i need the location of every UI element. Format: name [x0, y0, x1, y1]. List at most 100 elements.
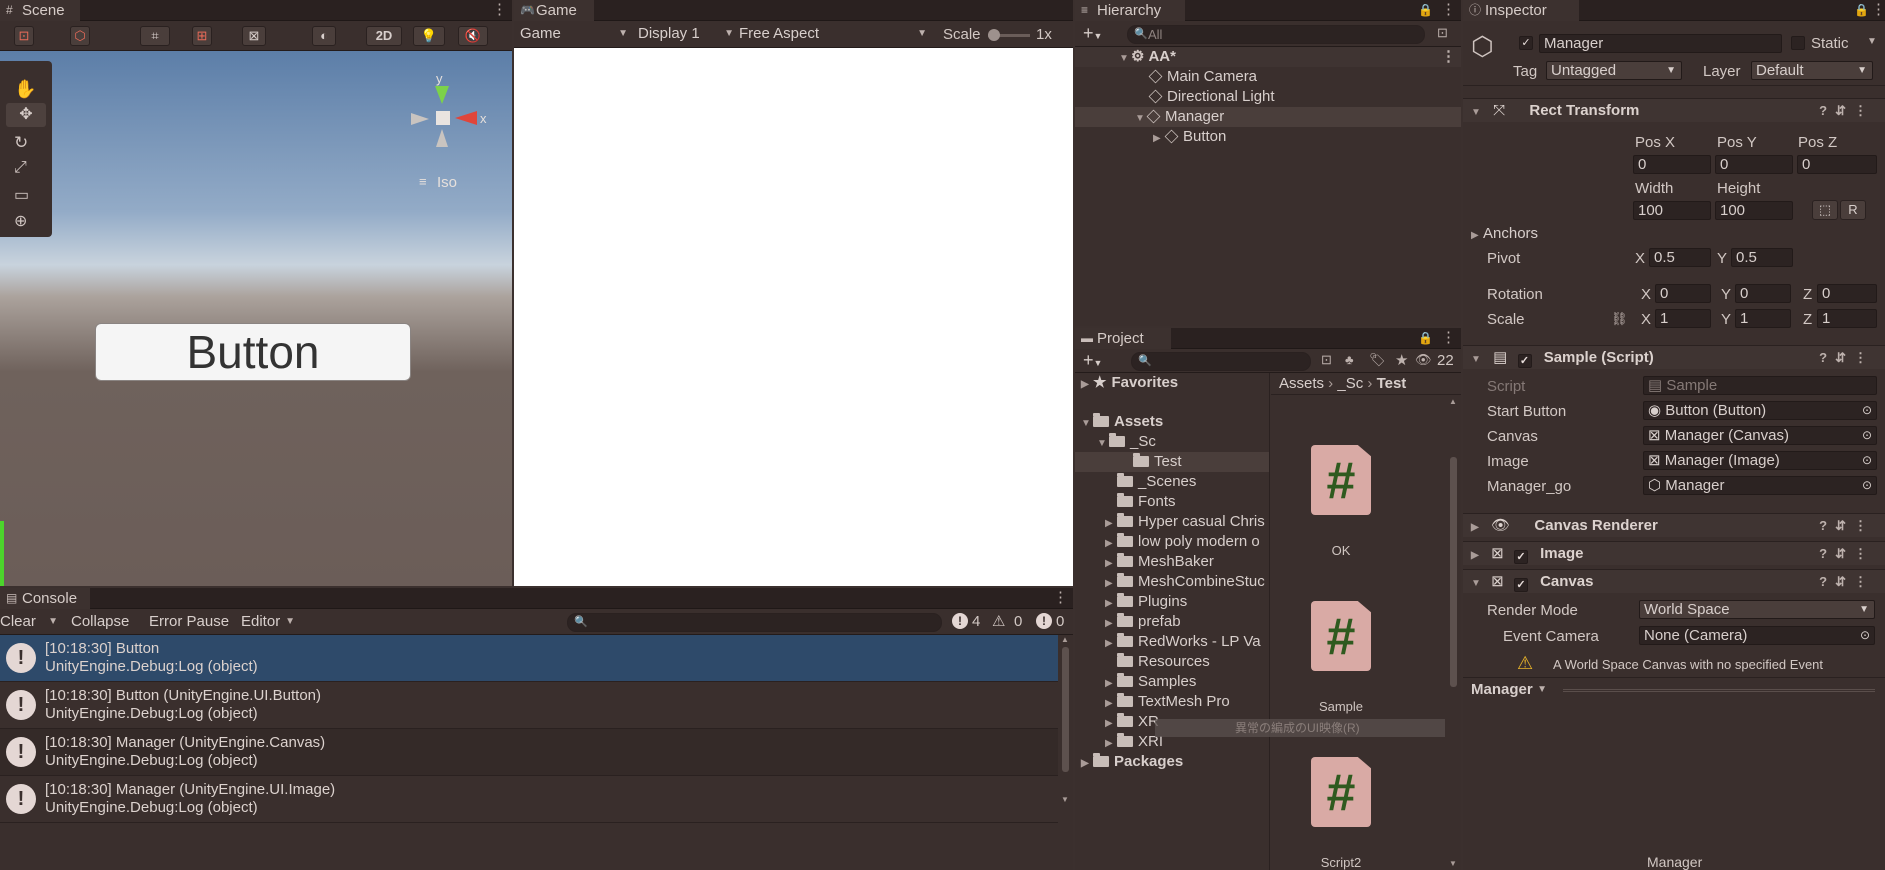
rotate-tool-icon[interactable]: ↻	[14, 133, 28, 153]
console-scrollbar[interactable]: ▲ ▼	[1060, 635, 1071, 870]
rect-transform-header[interactable]: ▼ ⤧ Rect Transform ?⇵⋮	[1463, 98, 1885, 122]
width-field[interactable]: 100	[1633, 201, 1711, 220]
aspect-dropdown[interactable]: Free Aspect ▼	[739, 24, 931, 44]
expand-arrow-icon[interactable]: ▶	[1471, 226, 1483, 246]
render-mode-dropdown[interactable]: World Space ▼	[1639, 600, 1875, 619]
game-view-dropdown[interactable]: Game ▼	[520, 24, 632, 44]
expand-arrow-icon[interactable]: ▶	[1105, 594, 1117, 614]
hierarchy-tab[interactable]: ≡ Hierarchy	[1075, 0, 1185, 21]
canvas-header[interactable]: ▼ ⊠ ✓ Canvas ?⇵⋮	[1463, 569, 1885, 593]
inspector-tab[interactable]: ⓘ Inspector	[1463, 0, 1579, 21]
component-tools-icons[interactable]: ?⇵⋮	[1819, 570, 1875, 594]
expand-arrow-icon[interactable]: ▶	[1153, 129, 1165, 149]
folder-item[interactable]: ▶ TextMesh Pro	[1075, 692, 1269, 712]
sample-script-header[interactable]: ▼ ▤ ✓ Sample (Script) ?⇵⋮	[1463, 345, 1885, 369]
canvas-field[interactable]: ⊠ Manager (Canvas) ⊙	[1643, 426, 1877, 445]
lock-icon[interactable]: 🔒	[1418, 328, 1433, 348]
project-scrollbar[interactable]: ▲ ▼	[1449, 397, 1459, 870]
object-picker-icon[interactable]: ⊙	[1860, 627, 1870, 644]
expand-arrow-icon[interactable]: ▶	[1471, 544, 1483, 568]
object-picker-icon[interactable]: ⊙	[1862, 402, 1872, 419]
collapse-button[interactable]: Collapse	[71, 612, 141, 632]
packages-row[interactable]: ▶ Packages	[1075, 752, 1269, 772]
game-viewport[interactable]	[514, 48, 1073, 586]
chevron-down-icon[interactable]: ▼	[1867, 36, 1877, 47]
asset-label[interactable]: Script2	[1281, 855, 1401, 870]
scroll-up-icon[interactable]: ▲	[1449, 397, 1457, 406]
projection-label[interactable]: Iso	[437, 174, 457, 191]
expand-arrow-icon[interactable]: ▶	[1105, 534, 1117, 554]
asset-label[interactable]: Sample	[1281, 699, 1401, 714]
active-checkbox[interactable]: ✓	[1519, 36, 1533, 50]
expand-arrow-icon[interactable]: ▼	[1119, 49, 1131, 69]
expand-arrow-icon[interactable]: ▶	[1105, 614, 1117, 634]
image-enabled-checkbox[interactable]: ✓	[1513, 550, 1528, 564]
grid-snap-button[interactable]: ⌗	[140, 26, 170, 46]
cube-view-button[interactable]: ⬡	[70, 26, 90, 46]
editor-dropdown[interactable]: Editor ▼	[241, 612, 299, 632]
filter-label-icon[interactable]: 🏷	[1369, 352, 1386, 368]
expand-arrow-icon[interactable]: ▶	[1105, 694, 1117, 714]
console-menu-icon[interactable]: ⋮	[1053, 588, 1068, 608]
rotation-y-field[interactable]: 0	[1735, 284, 1791, 303]
lock-icon[interactable]: 🔒	[1418, 0, 1433, 20]
gizmo-neg-x-arrow[interactable]	[411, 113, 429, 125]
scale-x-field[interactable]: 1	[1655, 309, 1711, 328]
tag-dropdown[interactable]: Untagged ▼	[1546, 61, 1682, 80]
hierarchy-item-directional-light[interactable]: Directional Light	[1075, 87, 1461, 107]
console-scroll-thumb[interactable]	[1062, 647, 1069, 772]
draw-mode-button[interactable]: ◐	[312, 26, 336, 46]
scale-slider[interactable]	[988, 29, 1030, 41]
folder-item[interactable]: ▶ Plugins	[1075, 592, 1269, 612]
hierarchy-search-input[interactable]: 🔍 All	[1127, 25, 1425, 44]
assets-row[interactable]: ▼ Assets	[1075, 412, 1269, 432]
breadcrumb-assets[interactable]: Assets	[1279, 375, 1324, 392]
game-tab[interactable]: 🎮 Game	[514, 0, 594, 21]
hierarchy-item-button[interactable]: ▶ Button	[1075, 127, 1461, 147]
expand-arrow-icon[interactable]: ▼	[1081, 414, 1093, 434]
scroll-up-icon[interactable]: ▲	[1061, 635, 1069, 644]
breadcrumb-sc[interactable]: _Sc	[1337, 375, 1363, 392]
layer-dropdown[interactable]: Default ▼	[1751, 61, 1873, 80]
gizmo-neg-y-arrow[interactable]	[436, 129, 448, 147]
folder-item[interactable]: ▶ Samples	[1075, 672, 1269, 692]
hidden-packages-icon[interactable]: 👁	[1415, 352, 1432, 368]
search-by-type-icon[interactable]: ⊡	[1321, 352, 1332, 368]
expand-arrow-icon[interactable]: ▶	[1105, 674, 1117, 694]
console-row[interactable]: ! [10:18:30] Manager (UnityEngine.UI.Ima…	[0, 776, 1058, 823]
console-tab[interactable]: ▤ Console	[0, 588, 90, 609]
scale-slider-knob[interactable]	[988, 29, 1000, 41]
asset-label[interactable]: OK	[1281, 543, 1401, 558]
expand-arrow-icon[interactable]: ▶	[1105, 714, 1117, 734]
blueprint-mode-button[interactable]: ⬚	[1812, 200, 1838, 220]
gizmo-y-arrow[interactable]	[435, 86, 449, 104]
expand-arrow-icon[interactable]: ▶	[1105, 554, 1117, 574]
lighting-toggle-button[interactable]: 💡	[413, 26, 445, 46]
object-picker-icon[interactable]: ⊙	[1862, 477, 1872, 494]
display-dropdown[interactable]: Display 1 ▼	[638, 24, 738, 44]
console-row[interactable]: ! [10:18:30] Button UnityEngine.Debug:Lo…	[0, 635, 1058, 682]
favorites-row[interactable]: ▶ ★ Favorites	[1075, 373, 1269, 393]
component-tools-icons[interactable]: ?⇵⋮	[1819, 99, 1875, 123]
hierarchy-item-main-camera[interactable]: Main Camera	[1075, 67, 1461, 87]
scale-z-field[interactable]: 1	[1817, 309, 1877, 328]
hierarchy-menu-icon[interactable]: ⋮	[1441, 0, 1456, 20]
pos-x-field[interactable]: 0	[1633, 155, 1711, 174]
folder-item[interactable]: _Scenes	[1075, 472, 1269, 492]
expand-arrow-icon[interactable]: ▼	[1097, 434, 1109, 454]
inspector-menu-icon[interactable]: ⋮	[1871, 0, 1885, 20]
preview-splitter[interactable]	[1563, 689, 1875, 692]
object-picker-icon[interactable]: ⊙	[1862, 452, 1872, 469]
error-count-icon[interactable]: !	[1036, 613, 1052, 629]
create-asset-button[interactable]: +▼	[1083, 350, 1102, 371]
folder-item[interactable]: ▶ low poly modern o	[1075, 532, 1269, 552]
canvas-enabled-checkbox[interactable]: ✓	[1513, 578, 1528, 592]
folder-item[interactable]: ▶ prefab	[1075, 612, 1269, 632]
constrain-proportions-icon[interactable]: ⛓	[1611, 311, 1628, 327]
gameobject-large-icon[interactable]: ⬡	[1471, 31, 1494, 62]
preview-dropdown[interactable]: Manager ▼	[1471, 680, 1551, 700]
expand-arrow-icon[interactable]: ▶	[1105, 514, 1117, 534]
scale-tool-icon[interactable]: ⤢	[14, 159, 27, 177]
pos-y-field[interactable]: 0	[1715, 155, 1793, 174]
clear-dropdown[interactable]: Clear ▼	[0, 612, 62, 632]
